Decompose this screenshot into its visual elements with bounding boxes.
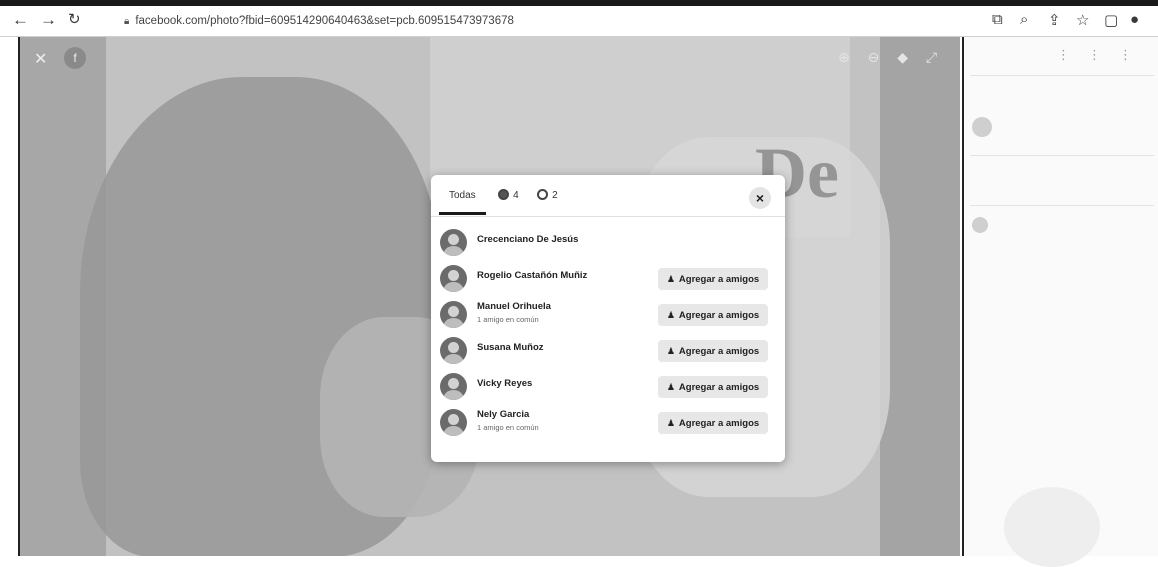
list-item[interactable]: Susana Muñoz ♟︎ Agregar a amigos [440,333,776,369]
bookmark-star-icon[interactable]: ☆ [1076,11,1089,29]
add-friend-button[interactable]: ♟︎ Agregar a amigos [658,304,768,326]
avatar[interactable] [440,229,467,256]
zoom-in-icon[interactable]: ⊕ [838,49,850,65]
close-dialog-button[interactable]: × [749,187,771,209]
panel-decoration [1004,487,1100,567]
photo-right-band [880,37,960,556]
add-friend-icon: ♟︎ [666,274,675,284]
like-reaction-icon [498,188,510,200]
fullscreen-icon[interactable]: ⤢ [926,49,937,65]
add-friend-button[interactable]: ♟︎ Agregar a amigos [658,376,768,398]
avatar[interactable] [440,301,467,328]
post-side-panel: ⋮⋮⋮ [962,37,1158,567]
tab-count: 2 [552,190,558,201]
button-label: Agregar a amigos [678,382,760,393]
person-name[interactable]: Nely Garcia [477,409,529,420]
person-name[interactable]: Susana Muñoz [477,342,544,353]
mutual-friends: 1 amigo en común [477,423,539,432]
list-item[interactable]: Vicky Reyes ♟︎ Agregar a amigos [440,369,776,405]
profile-icon[interactable]: ● [1130,11,1139,28]
address-bar[interactable]: 🔒︎ facebook.com/photo?fbid=60951429064046… [124,12,944,30]
add-friend-icon: ♟︎ [666,418,675,428]
button-label: Agregar a amigos [678,310,760,321]
avatar[interactable] [440,265,467,292]
list-item[interactable]: Manuel Orihuela 1 amigo en común ♟︎ Agreg… [440,297,776,333]
add-friend-icon: ♟︎ [666,310,675,320]
share-icon[interactable]: ⇪ [1048,11,1061,29]
add-friend-button[interactable]: ♟︎ Agregar a amigos [658,268,768,290]
divider [970,75,1154,76]
mutual-friends: 1 amigo en común [477,315,539,324]
tab-reaction-2[interactable]: 2 [537,185,558,207]
love-reaction-icon [537,188,549,200]
url-text: facebook.com/photo?fbid=609514290640463&… [135,15,514,27]
add-friend-button[interactable]: ♟︎ Agregar a amigos [658,340,768,362]
avatar[interactable] [440,337,467,364]
person-name[interactable]: Manuel Orihuela [477,301,551,312]
tab-all[interactable]: Todas [439,185,486,215]
zoom-icon[interactable]: ⌕ [1020,11,1028,28]
person-name[interactable]: Crecenciano De Jesús [477,234,578,245]
tab-all-label: Todas [449,190,476,201]
browser-toolbar: ← → ↻ 🔒︎ facebook.com/photo?fbid=60951429… [0,6,1158,37]
reactions-list: Crecenciano De Jesús Rogelio Castañón Mu… [440,225,776,441]
reaction-tabs: Todas 4 2 [439,185,572,215]
viewer-tools: ⊕ ⊖ ◆ ⤢ [838,49,951,66]
avatar [972,117,992,137]
close-viewer-icon[interactable]: ✕ [34,49,52,68]
avatar [972,217,988,233]
avatar[interactable] [440,373,467,400]
install-app-icon[interactable]: ⧉ [992,11,1003,28]
zoom-out-icon[interactable]: ⊖ [868,49,880,65]
divider [970,155,1154,156]
button-label: Agregar a amigos [678,274,760,285]
divider [970,205,1154,206]
forward-arrow-icon[interactable]: → [40,10,57,30]
panel-top-icons: ⋮⋮⋮ [1057,47,1150,62]
tag-icon[interactable]: ◆ [897,49,908,65]
list-item[interactable]: Nely Garcia 1 amigo en común ♟︎ Agregar a… [440,405,776,441]
reload-icon[interactable]: ↻ [68,10,81,30]
tab-reaction-1[interactable]: 4 [498,185,519,207]
avatar[interactable] [440,409,467,436]
list-item[interactable]: Rogelio Castañón Muñiz ♟︎ Agregar a amigo… [440,261,776,297]
sidebar-toggle-icon[interactable]: ▢ [1104,11,1118,29]
person-name[interactable]: Rogelio Castañón Muñiz [477,270,587,281]
facebook-logo-icon[interactable]: f [64,47,86,69]
button-label: Agregar a amigos [678,346,760,357]
button-label: Agregar a amigos [678,418,760,429]
person-name[interactable]: Vicky Reyes [477,378,532,389]
add-friend-icon: ♟︎ [666,382,675,392]
add-friend-icon: ♟︎ [666,346,675,356]
back-arrow-icon[interactable]: ← [12,10,29,30]
tabs-divider [431,216,785,217]
list-item[interactable]: Crecenciano De Jesús [440,225,776,261]
reactions-dialog: Todas 4 2 × Crecenciano De Jesús Rogelio… [431,175,785,462]
add-friend-button[interactable]: ♟︎ Agregar a amigos [658,412,768,434]
lock-icon: 🔒︎ [124,16,130,27]
tab-count: 4 [513,190,519,201]
